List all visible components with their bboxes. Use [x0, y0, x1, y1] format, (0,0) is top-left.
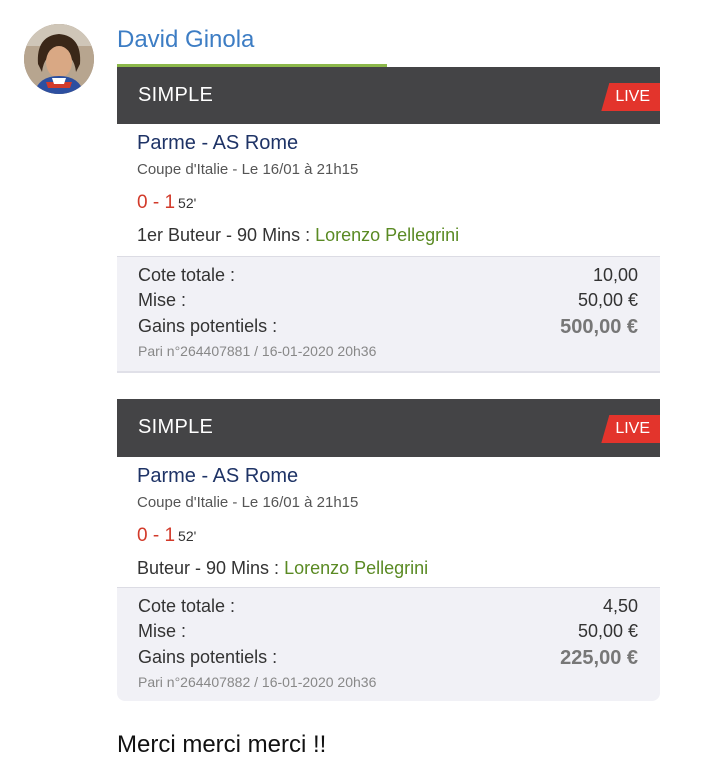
- ticket-header: SIMPLE LIVE: [117, 67, 660, 124]
- bet-type: SIMPLE: [138, 416, 214, 438]
- ticket-summary: Cote totale : 10,00 Mise : 50,00 € Gains p…: [117, 256, 660, 373]
- competition-info: Coupe d'Italie - Le 16/01 à 21h15: [137, 494, 359, 511]
- live-score: 0 - 1 52': [137, 525, 196, 547]
- match-minute: 52': [178, 528, 197, 544]
- ticket-header: SIMPLE LIVE: [117, 399, 660, 457]
- odds-value: 4,50: [602, 596, 638, 616]
- odds-label: Cote totale :: [138, 596, 236, 616]
- live-badge: LIVE: [601, 83, 660, 111]
- bet-ticket[interactable]: SIMPLE LIVE Parme - AS Rome Coupe d'Ital…: [117, 399, 660, 701]
- author-name[interactable]: David Ginola: [117, 26, 254, 54]
- message-text: Merci merci merci !!: [117, 731, 327, 758]
- avatar-photo: [24, 24, 94, 94]
- selected-player: Lorenzo Pellegrini: [284, 558, 429, 578]
- stake-value: 50,00 €: [577, 290, 638, 310]
- gains-value: 500,00 €: [560, 316, 638, 338]
- stake-row: Mise : 50,00 €: [138, 290, 638, 311]
- ticket-summary: Cote totale : 4,50 Mise : 50,00 € Gains po…: [117, 587, 660, 701]
- bet-reference: Pari n°264407882 / 16-01-2020 20h36: [138, 674, 377, 690]
- bet-market: 1er Buteur - 90 Mins :: [137, 225, 311, 245]
- match-title[interactable]: Parme - AS Rome: [137, 465, 298, 488]
- gains-label: Gains potentiels :: [138, 647, 278, 667]
- score-value: 0 - 1: [137, 525, 176, 546]
- live-score: 0 - 1 52': [137, 192, 196, 214]
- bet-type: SIMPLE: [138, 84, 214, 106]
- stake-row: Mise : 50,00 €: [138, 621, 638, 642]
- odds-label: Cote totale :: [138, 265, 236, 285]
- gains-value: 225,00 €: [560, 647, 638, 669]
- bet-reference: Pari n°264407881 / 16-01-2020 20h36: [138, 343, 377, 359]
- match-title[interactable]: Parme - AS Rome: [137, 132, 298, 155]
- stake-label: Mise :: [138, 621, 187, 641]
- gains-label: Gains potentiels :: [138, 316, 278, 336]
- selected-player: Lorenzo Pellegrini: [315, 225, 460, 245]
- gains-row: Gains potentiels : 500,00 €: [138, 316, 638, 338]
- bet-selection: Buteur - 90 Mins : Lorenzo Pellegrini: [137, 558, 428, 579]
- gains-row: Gains potentiels : 225,00 €: [138, 647, 638, 669]
- stake-value: 50,00 €: [577, 621, 638, 641]
- live-badge: LIVE: [601, 415, 660, 443]
- bet-ticket[interactable]: SIMPLE LIVE Parme - AS Rome Coupe d'Ital…: [117, 64, 660, 373]
- odds-value: 10,00: [592, 265, 638, 285]
- bet-selection: 1er Buteur - 90 Mins : Lorenzo Pellegrin…: [137, 225, 459, 246]
- odds-row: Cote totale : 10,00: [138, 265, 638, 286]
- avatar[interactable]: [24, 24, 94, 94]
- stake-label: Mise :: [138, 290, 187, 310]
- bet-market: Buteur - 90 Mins :: [137, 558, 280, 578]
- match-minute: 52': [178, 195, 197, 211]
- odds-row: Cote totale : 4,50: [138, 596, 638, 617]
- score-value: 0 - 1: [137, 192, 176, 213]
- competition-info: Coupe d'Italie - Le 16/01 à 21h15: [137, 161, 359, 178]
